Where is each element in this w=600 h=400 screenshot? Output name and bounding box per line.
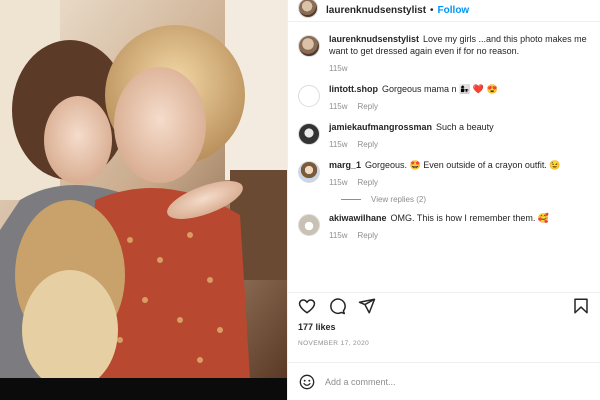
bookmark-icon[interactable] xyxy=(572,297,590,315)
comment-input[interactable] xyxy=(325,376,565,387)
reply-button[interactable]: Reply xyxy=(358,102,378,111)
reply-button[interactable]: Reply xyxy=(358,140,378,149)
heart-icon[interactable] xyxy=(298,297,316,315)
comment-icon[interactable] xyxy=(328,297,346,315)
header-separator: • xyxy=(430,5,434,16)
follow-button[interactable]: Follow xyxy=(438,5,470,16)
author-avatar[interactable] xyxy=(298,0,318,18)
comment-item: marg_1 Gorgeous. 🤩 Even outside of a cray… xyxy=(298,159,600,189)
comment-item: lintott.shop Gorgeous mama n 👩‍👧 ❤️ 😍 115… xyxy=(298,83,600,113)
comment-item: akiwawilhane OMG. This is how I remember … xyxy=(298,212,600,242)
caption: laurenknudsenstylist Love my girls ...and… xyxy=(298,33,600,75)
comment-text: Gorgeous. 🤩 Even outside of a crayon out… xyxy=(365,160,561,170)
caption-avatar[interactable] xyxy=(298,35,320,57)
caption-username[interactable]: laurenknudsenstylist xyxy=(329,34,419,44)
action-bar xyxy=(288,292,600,318)
comment-text: OMG. This is how I remember them. 🥰 xyxy=(390,213,550,223)
commenter-username[interactable]: lintott.shop xyxy=(329,84,378,94)
add-comment-bar xyxy=(288,362,600,400)
reply-button[interactable]: Reply xyxy=(358,231,378,240)
smile-icon[interactable] xyxy=(299,374,315,390)
commenter-avatar[interactable] xyxy=(298,161,320,183)
photo-bottom-strip xyxy=(0,378,287,400)
view-replies-label: View replies (2) xyxy=(371,195,426,204)
commenter-avatar[interactable] xyxy=(298,214,320,236)
comment-text: Gorgeous mama n 👩‍👧 ❤️ 😍 xyxy=(382,84,498,94)
view-replies-line xyxy=(341,199,361,200)
post-date[interactable]: NOVEMBER 17, 2020 xyxy=(298,340,369,347)
photo-image xyxy=(0,0,287,378)
view-replies-button[interactable]: View replies (2) xyxy=(341,195,600,204)
commenter-username[interactable]: marg_1 xyxy=(329,160,361,170)
comment-time[interactable]: 115w xyxy=(329,231,348,240)
comment-item: jamiekaufmangrossman Such a beauty 115w Re… xyxy=(298,121,600,151)
commenter-username[interactable]: akiwawilhane xyxy=(329,213,387,223)
share-icon[interactable] xyxy=(358,297,376,315)
caption-time[interactable]: 115w xyxy=(329,64,348,73)
commenter-avatar[interactable] xyxy=(298,123,320,145)
post-side-panel: laurenknudsenstylist • Follow laurenknud… xyxy=(287,0,600,400)
reply-button[interactable]: Reply xyxy=(358,178,378,187)
post-photo[interactable] xyxy=(0,0,287,378)
comment-time[interactable]: 115w xyxy=(329,102,348,111)
comment-text: Such a beauty xyxy=(436,122,494,132)
comments-list[interactable]: laurenknudsenstylist Love my girls ...and… xyxy=(288,33,600,291)
commenter-username[interactable]: jamiekaufmangrossman xyxy=(329,122,432,132)
likes-count[interactable]: 177 likes xyxy=(298,322,336,332)
post-header: laurenknudsenstylist • Follow xyxy=(288,0,600,22)
comment-time[interactable]: 115w xyxy=(329,178,348,187)
commenter-avatar[interactable] xyxy=(298,85,320,107)
comment-time[interactable]: 115w xyxy=(329,140,348,149)
author-username[interactable]: laurenknudsenstylist xyxy=(326,5,426,16)
